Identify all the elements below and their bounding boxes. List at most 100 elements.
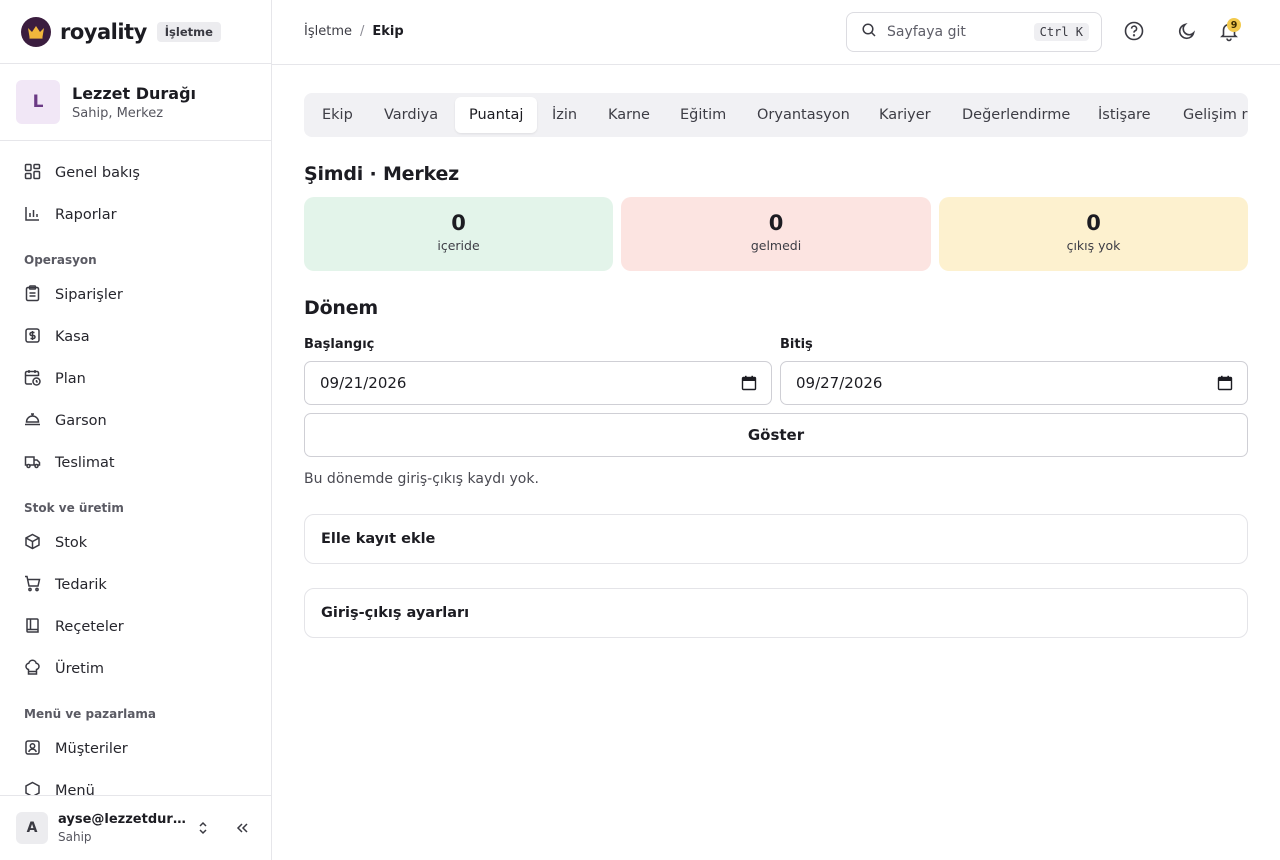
- sidebar-item-label: Raporlar: [55, 207, 117, 223]
- calendar-icon[interactable]: [741, 375, 757, 395]
- empty-state-message: Bu dönemde giriş-çıkış kaydı yok.: [304, 471, 539, 487]
- stat-value: 0: [1086, 211, 1101, 235]
- stat-label: çıkış yok: [1066, 238, 1121, 253]
- sidebar-item-teslimat[interactable]: Teslimat: [8, 444, 263, 482]
- box-icon: [24, 533, 41, 554]
- tab-oryantasyon[interactable]: Oryantasyon: [743, 97, 864, 133]
- sidebar-item-stok[interactable]: Stok: [8, 524, 263, 562]
- sidebar-item-menu[interactable]: Menü: [8, 772, 263, 795]
- sidebar-item-uretim[interactable]: Üretim: [8, 650, 263, 688]
- tab-degerlendirme[interactable]: Değerlendirme: [948, 97, 1084, 133]
- org-switcher[interactable]: L Lezzet Durağı Sahip, Merkez: [0, 64, 271, 141]
- now-section-title: Şimdi · Merkez: [304, 163, 459, 185]
- chef-hat-icon: [24, 659, 41, 680]
- period-section-title: Dönem: [304, 297, 379, 319]
- search-input[interactable]: Sayfaya git Ctrl K: [846, 12, 1102, 52]
- sidebar-item-label: Teslimat: [55, 455, 115, 471]
- bar-chart-icon: [24, 205, 41, 226]
- notification-count-badge: 9: [1227, 18, 1241, 32]
- breadcrumb: İşletme / Ekip: [304, 24, 404, 39]
- search-placeholder: Sayfaya git: [887, 24, 966, 40]
- sidebar-item-label: Stok: [55, 535, 88, 551]
- user-menu[interactable]: A ayse@lezzetduragi.com Sahip: [0, 795, 271, 860]
- tab-kariyer[interactable]: Kariyer: [865, 97, 945, 133]
- sidebar-item-musteriler[interactable]: Müşteriler: [8, 730, 263, 768]
- dashboard-icon: [24, 163, 41, 184]
- end-date-label: Bitiş: [780, 337, 813, 352]
- sidebar-item-label: Tedarik: [55, 577, 107, 593]
- sidebar-item-plan[interactable]: Plan: [8, 360, 263, 398]
- manual-entry-card[interactable]: Elle kayıt ekle: [304, 514, 1248, 564]
- calendar-icon[interactable]: [1217, 375, 1233, 395]
- tab-izin[interactable]: İzin: [538, 97, 591, 133]
- tab-vardiya[interactable]: Vardiya: [370, 97, 452, 133]
- stat-inside: 0 içeride: [304, 197, 613, 271]
- recipe-book-icon: [24, 617, 41, 638]
- menu-icon: [24, 781, 41, 795]
- org-name: Lezzet Durağı: [72, 83, 197, 103]
- sidebar-item-garson[interactable]: Garson: [8, 402, 263, 440]
- app-root: royality İşletme L Lezzet Durağı Sahip, …: [0, 0, 1280, 860]
- sidebar-item-label: Genel bakış: [55, 165, 140, 181]
- brand-name: royality: [60, 19, 147, 44]
- sidebar-item-label: Plan: [55, 371, 86, 387]
- sidebar-item-label: Garson: [55, 413, 107, 429]
- breadcrumb-current: Ekip: [372, 24, 404, 39]
- start-date-input[interactable]: 09/21/2026: [304, 361, 772, 405]
- sidebar-item-raporlar[interactable]: Raporlar: [8, 196, 263, 234]
- sidebar-item-siparisler[interactable]: Siparişler: [8, 276, 263, 314]
- sidebar-item-tedarik[interactable]: Tedarik: [8, 566, 263, 604]
- org-avatar: L: [16, 80, 60, 124]
- calendar-clock-icon: [24, 369, 41, 390]
- sidebar-item-kasa[interactable]: Kasa: [8, 318, 263, 356]
- nav-section-title: Stok ve üretim: [24, 501, 124, 515]
- user-avatar: A: [16, 812, 48, 844]
- tab-puantaj[interactable]: Puantaj: [455, 97, 538, 133]
- cloche-icon: [24, 411, 41, 432]
- stat-absent: 0 gelmedi: [621, 197, 931, 271]
- sidebar-item-label: Üretim: [55, 661, 105, 677]
- tab-istisare[interactable]: İstişare: [1084, 97, 1165, 133]
- tab-gelisim-raporu[interactable]: Gelişim raporu: [1169, 97, 1248, 133]
- tab-egitim[interactable]: Eğitim: [666, 97, 740, 133]
- sidebar-item-label: Menü: [55, 783, 95, 795]
- top-bar: İşletme / Ekip Sayfaya git Ctrl K 9: [272, 0, 1280, 65]
- show-button[interactable]: Göster: [304, 413, 1248, 457]
- search-icon: [861, 22, 877, 42]
- sidebar-item-label: Kasa: [55, 329, 90, 345]
- truck-icon: [24, 453, 41, 474]
- user-card-icon: [24, 739, 41, 760]
- stat-label: içeride: [437, 238, 480, 253]
- search-shortcut: Ctrl K: [1033, 23, 1089, 41]
- crown-logo-icon[interactable]: [21, 16, 51, 47]
- breadcrumb-parent[interactable]: İşletme: [304, 24, 352, 39]
- team-tabs: Ekip Vardiya Puantaj İzin Karne Eğitim O…: [304, 93, 1248, 137]
- tab-ekip[interactable]: Ekip: [308, 97, 367, 133]
- user-role: Sahip: [58, 830, 92, 844]
- sidebar-item-receteler[interactable]: Reçeteler: [8, 608, 263, 646]
- user-email: ayse@lezzetduragi.com: [58, 812, 186, 827]
- breadcrumb-separator: /: [359, 24, 365, 39]
- cash-register-icon: [24, 327, 41, 348]
- start-date-label: Başlangıç: [304, 337, 375, 352]
- sidebar: royality İşletme L Lezzet Durağı Sahip, …: [0, 0, 272, 860]
- sidebar-item-genel-bakis[interactable]: Genel bakış: [8, 154, 263, 192]
- brand-header: royality İşletme: [0, 0, 271, 64]
- nav-section-title: Menü ve pazarlama: [24, 707, 156, 721]
- nav-section-title: Operasyon: [24, 253, 97, 267]
- end-date-value: 09/27/2026: [796, 374, 883, 392]
- collapse-sidebar-icon[interactable]: [234, 820, 250, 840]
- end-date-input[interactable]: 09/27/2026: [780, 361, 1248, 405]
- checkin-settings-card[interactable]: Giriş-çıkış ayarları: [304, 588, 1248, 638]
- chevrons-up-down-icon[interactable]: [195, 820, 211, 840]
- tab-karne[interactable]: Karne: [594, 97, 664, 133]
- org-subtitle: Sahip, Merkez: [72, 105, 164, 121]
- dark-mode-moon-icon[interactable]: [1176, 20, 1198, 46]
- workspace-badge: İşletme: [156, 21, 221, 42]
- sidebar-item-label: Müşteriler: [55, 741, 128, 757]
- cart-icon: [24, 575, 41, 596]
- sidebar-nav: Genel bakış Raporlar Operasyon Siparişle…: [0, 142, 271, 795]
- help-icon[interactable]: [1123, 20, 1145, 46]
- start-date-value: 09/21/2026: [320, 374, 407, 392]
- stat-label: gelmedi: [750, 238, 802, 253]
